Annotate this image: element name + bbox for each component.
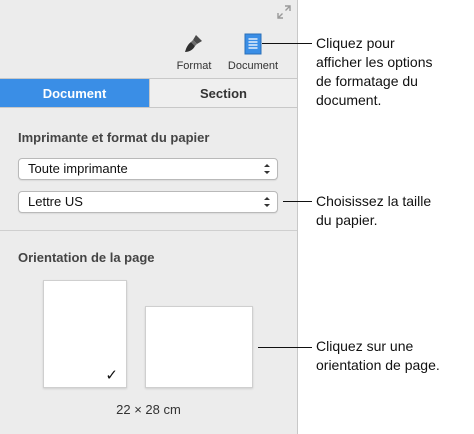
checkmark-icon: ✓: [105, 367, 118, 384]
document-label: Document: [227, 60, 279, 72]
paper-dimensions-label: 22 × 28 cm: [116, 402, 181, 417]
section-divider: [0, 230, 297, 231]
printer-select[interactable]: Toute imprimante: [18, 158, 278, 180]
tab-document[interactable]: Document: [0, 79, 149, 107]
printer-section-title: Imprimante et format du papier: [18, 130, 210, 145]
callout-orientation: Cliquez sur une orientation de page.: [316, 337, 440, 375]
tab-section[interactable]: Section: [149, 79, 297, 107]
format-button[interactable]: Format: [170, 32, 218, 72]
up-down-arrows-icon: [264, 197, 270, 207]
document-button[interactable]: Document: [221, 32, 285, 72]
callout-line-document: [262, 43, 312, 44]
callout-paper-size: Choisissez la taille du papier.: [316, 192, 431, 230]
inspector-toolbar: Format Document: [0, 0, 297, 78]
inspector-tabs: Document Section: [0, 78, 297, 108]
callout-line-orientation: [258, 347, 312, 348]
format-label: Format: [176, 60, 212, 72]
paintbrush-icon: [185, 35, 202, 52]
callout-line-text: orientation de page.: [316, 357, 440, 373]
callout-line-text: de formatage du: [316, 73, 418, 89]
callout-line-paper: [283, 201, 312, 202]
callout-line-text: afficher les options: [316, 54, 433, 70]
expand-icon[interactable]: [276, 4, 292, 20]
paper-size-select-value: Lettre US: [28, 194, 83, 209]
callout-line-text: Cliquez sur une: [316, 338, 414, 354]
document-icon: [244, 33, 262, 55]
callout-line-text: du papier.: [316, 212, 378, 228]
paper-size-select[interactable]: Lettre US: [18, 191, 278, 213]
orientation-section-title: Orientation de la page: [18, 250, 155, 265]
landscape-orientation-button[interactable]: [145, 306, 253, 388]
printer-select-value: Toute imprimante: [28, 161, 128, 176]
callout-line-text: Cliquez pour: [316, 35, 395, 51]
callout-line-text: document.: [316, 92, 382, 108]
callout-document-button: Cliquez pour afficher les options de for…: [316, 34, 432, 110]
inspector-panel: Format Document Document Section Imprima…: [0, 0, 298, 434]
callout-line-text: Choisissez la taille: [316, 193, 432, 209]
portrait-orientation-button[interactable]: ✓: [43, 280, 127, 388]
up-down-arrows-icon: [264, 164, 270, 174]
